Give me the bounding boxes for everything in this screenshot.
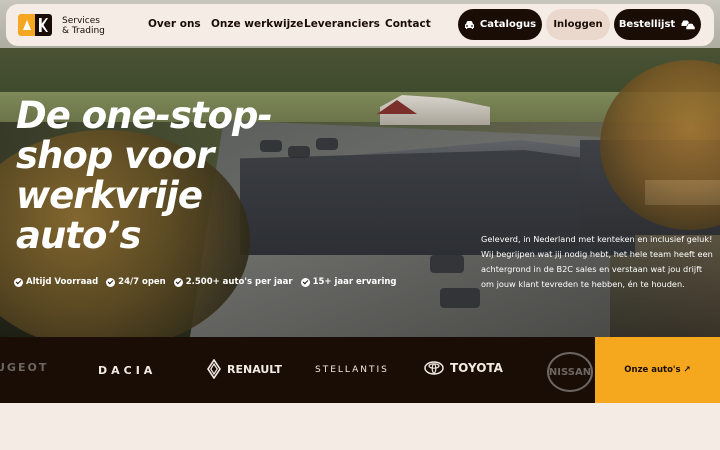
logo-wordmark[interactable]: Services & Trading bbox=[62, 16, 105, 36]
hero-intro-text: Geleverd, in Nederland met kenteken en i… bbox=[481, 234, 713, 289]
hero-treeline bbox=[0, 48, 720, 98]
brand-logo-dacia: DACIA bbox=[98, 364, 157, 377]
usp-item: 24/7 open bbox=[106, 277, 166, 287]
headline-line: auto’s bbox=[16, 214, 142, 257]
usp-item: 15+ jaar ervaring bbox=[300, 277, 397, 287]
toyota-emblem-icon bbox=[424, 361, 444, 375]
catalogus-label: Catalogus bbox=[479, 19, 537, 30]
brand-logo-renault: RENAULT bbox=[207, 359, 282, 379]
logo-line-1: Services bbox=[62, 16, 100, 26]
hero-car bbox=[440, 288, 480, 308]
check-circle-icon bbox=[106, 277, 116, 287]
onze-autos-button[interactable]: Onze auto's ↗ bbox=[595, 337, 720, 403]
catalogus-button[interactable]: Catalogus bbox=[458, 9, 542, 40]
usp-label: 15+ jaar ervaring bbox=[312, 277, 397, 287]
brand-logo-toyota: TOYOTA bbox=[424, 361, 503, 375]
bestellijst-button[interactable]: Bestellijst bbox=[614, 9, 701, 40]
hero-section: De one-stop- shop voor werkvrije auto’s … bbox=[0, 0, 720, 337]
hero-headline: De one-stop- shop voor werkvrije auto’s bbox=[16, 96, 296, 256]
check-circle-icon bbox=[14, 277, 23, 287]
hero-car bbox=[430, 255, 464, 273]
nav-link-leveranciers[interactable]: Leveranciers bbox=[304, 18, 380, 30]
brand-logo-peugeot: UGEOT bbox=[0, 361, 49, 374]
logo-mark-k bbox=[35, 14, 52, 36]
usp-item: 2.500+ auto's per jaar bbox=[173, 277, 293, 287]
inloggen-button[interactable]: Inloggen bbox=[546, 9, 610, 40]
brand-logo-nissan: NISSAN bbox=[547, 352, 593, 392]
cars-icon bbox=[681, 20, 696, 30]
nav-link-contact[interactable]: Contact bbox=[385, 18, 431, 30]
usp-label: 2.500+ auto's per jaar bbox=[185, 277, 293, 287]
renault-wordmark: RENAULT bbox=[227, 362, 282, 376]
check-circle-icon bbox=[173, 277, 183, 287]
usp-list: Altijd Voorraad 24/7 open 2.500+ auto's … bbox=[14, 277, 405, 287]
usp-item: Altijd Voorraad bbox=[14, 277, 98, 287]
next-section bbox=[0, 403, 720, 450]
logo-mark-a bbox=[18, 14, 35, 36]
renault-diamond-icon bbox=[207, 359, 221, 379]
top-navbar: Services & Trading Over ons Onze werkwij… bbox=[6, 4, 714, 46]
brand-logo-stellantis: STELLANTIS bbox=[315, 365, 389, 375]
headline-line: shop voor bbox=[16, 134, 214, 177]
usp-label: Altijd Voorraad bbox=[26, 277, 99, 287]
logo-line-2: & Trading bbox=[62, 26, 105, 36]
car-icon bbox=[464, 20, 474, 29]
nav-link-over-ons[interactable]: Over ons bbox=[148, 18, 201, 30]
bestellijst-label: Bestellijst bbox=[618, 19, 676, 30]
hero-car bbox=[316, 138, 338, 150]
check-circle-icon bbox=[300, 277, 310, 287]
toyota-wordmark: TOYOTA bbox=[450, 361, 503, 375]
nav-link-onze-werkwijze[interactable]: Onze werkwijze bbox=[211, 18, 303, 30]
headline-line: De one-stop- bbox=[16, 94, 273, 137]
usp-label: 24/7 open bbox=[118, 277, 166, 287]
company-logo[interactable] bbox=[18, 14, 54, 36]
headline-line: werkvrije bbox=[16, 174, 203, 217]
